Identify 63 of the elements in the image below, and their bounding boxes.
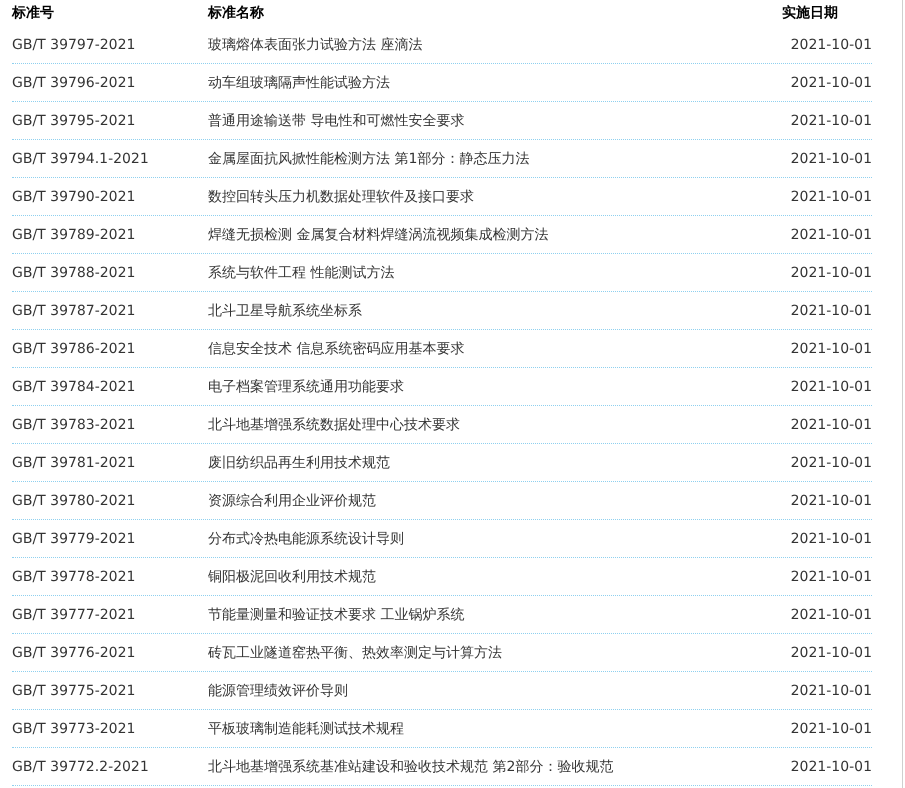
table-cell: 2021-10-01 [790,36,872,52]
table-cell: 电子档案管理系统通用功能要求 [208,378,404,396]
table-cell: GB/T 39787-2021 [12,302,136,318]
table-cell: 能源管理绩效评价导则 [208,682,348,700]
table-cell: 2021-10-01 [790,568,872,584]
table-cell: GB/T 39795-2021 [12,112,136,128]
table-cell: 2021-10-01 [790,150,872,166]
table-cell: 2021-10-01 [790,378,872,394]
table-cell: GB/T 39777-2021 [12,606,136,622]
table-cell: 数控回转头压力机数据处理软件及接口要求 [208,188,474,206]
table-cell: GB/T 39778-2021 [12,568,136,584]
table-cell: GB/T 39794.1-2021 [12,150,149,166]
column-header: 实施日期 [782,4,839,22]
table-cell: GB/T 39789-2021 [12,226,136,242]
table-cell: GB/T 39783-2021 [12,416,136,432]
table-cell: 2021-10-01 [790,644,872,660]
column-header: 标准名称 [208,4,265,22]
table-cell: 2021-10-01 [790,340,872,356]
table-cell: 2021-10-01 [790,682,872,698]
table-cell: 砖瓦工业隧道窑热平衡、热效率测定与计算方法 [208,644,502,662]
table-cell: 信息安全技术 信息系统密码应用基本要求 [208,340,464,358]
table-cell: 废旧纺织品再生利用技术规范 [208,454,390,472]
table-cell: 2021-10-01 [790,226,872,242]
table-cell: 2021-10-01 [790,454,872,470]
table-cell: GB/T 39780-2021 [12,492,136,508]
table-cell: 动车组玻璃隔声性能试验方法 [208,74,390,92]
table-cell: GB/T 39786-2021 [12,340,136,356]
table-cell: 2021-10-01 [790,530,872,546]
table-cell: 2021-10-01 [790,758,872,774]
table-cell: 焊缝无损检测 金属复合材料焊缝涡流视频集成检测方法 [208,226,548,244]
table-cell: 玻璃熔体表面张力试验方法 座滴法 [208,36,422,54]
table-cell: 系统与软件工程 性能测试方法 [208,264,394,282]
table-cell: 金属屋面抗风掀性能检测方法 第1部分：静态压力法 [208,150,530,168]
table-cell: 分布式冷热电能源系统设计导则 [208,530,404,548]
table-cell: GB/T 39779-2021 [12,530,136,546]
table-cell: 2021-10-01 [790,112,872,128]
table-cell: GB/T 39775-2021 [12,682,136,698]
table-cell: GB/T 39790-2021 [12,188,136,204]
table-cell: 节能量测量和验证技术要求 工业锅炉系统 [208,606,464,624]
table-cell: GB/T 39797-2021 [12,36,136,52]
table-cell: GB/T 39781-2021 [12,454,136,470]
table-cell: 2021-10-01 [790,720,872,736]
table-cell: GB/T 39796-2021 [12,74,136,90]
table-cell: 北斗地基增强系统数据处理中心技术要求 [208,416,460,434]
column-header: 标准号 [12,4,55,22]
table-cell: 铜阳极泥回收利用技术规范 [208,568,376,586]
table-cell: GB/T 39788-2021 [12,264,136,280]
table-cell: 2021-10-01 [790,74,872,90]
table-cell: 2021-10-01 [790,188,872,204]
table-cell: 2021-10-01 [790,264,872,280]
table-cell: 北斗卫星导航系统坐标系 [208,302,362,320]
table-cell: 2021-10-01 [790,492,872,508]
table-cell: 普通用途输送带 导电性和可燃性安全要求 [208,112,464,130]
table-cell: GB/T 39773-2021 [12,720,136,736]
table-cell: 2021-10-01 [790,302,872,318]
table-cell: GB/T 39784-2021 [12,378,136,394]
table-cell: GB/T 39776-2021 [12,644,136,660]
table-cell: GB/T 39772.2-2021 [12,758,149,774]
table-cell: 平板玻璃制造能耗测试技术规程 [208,720,404,738]
table-cell: 2021-10-01 [790,606,872,622]
table-cell: 2021-10-01 [790,416,872,432]
table-cell: 北斗地基增强系统基准站建设和验收技术规范 第2部分：验收规范 [208,758,614,776]
table-cell: 资源综合利用企业评价规范 [208,492,376,510]
